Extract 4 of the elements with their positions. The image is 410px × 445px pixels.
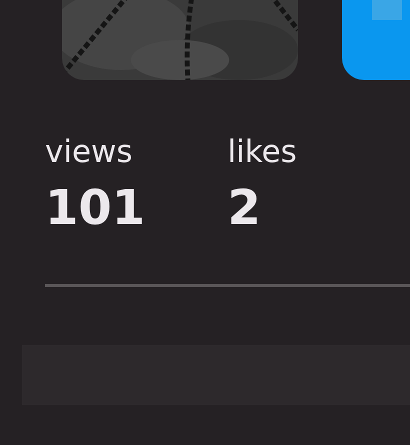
stat-value: 2 bbox=[228, 179, 261, 238]
stat-value: 101 bbox=[45, 179, 146, 238]
stat-label: views bbox=[45, 133, 133, 172]
stat-label: likes bbox=[228, 133, 297, 172]
